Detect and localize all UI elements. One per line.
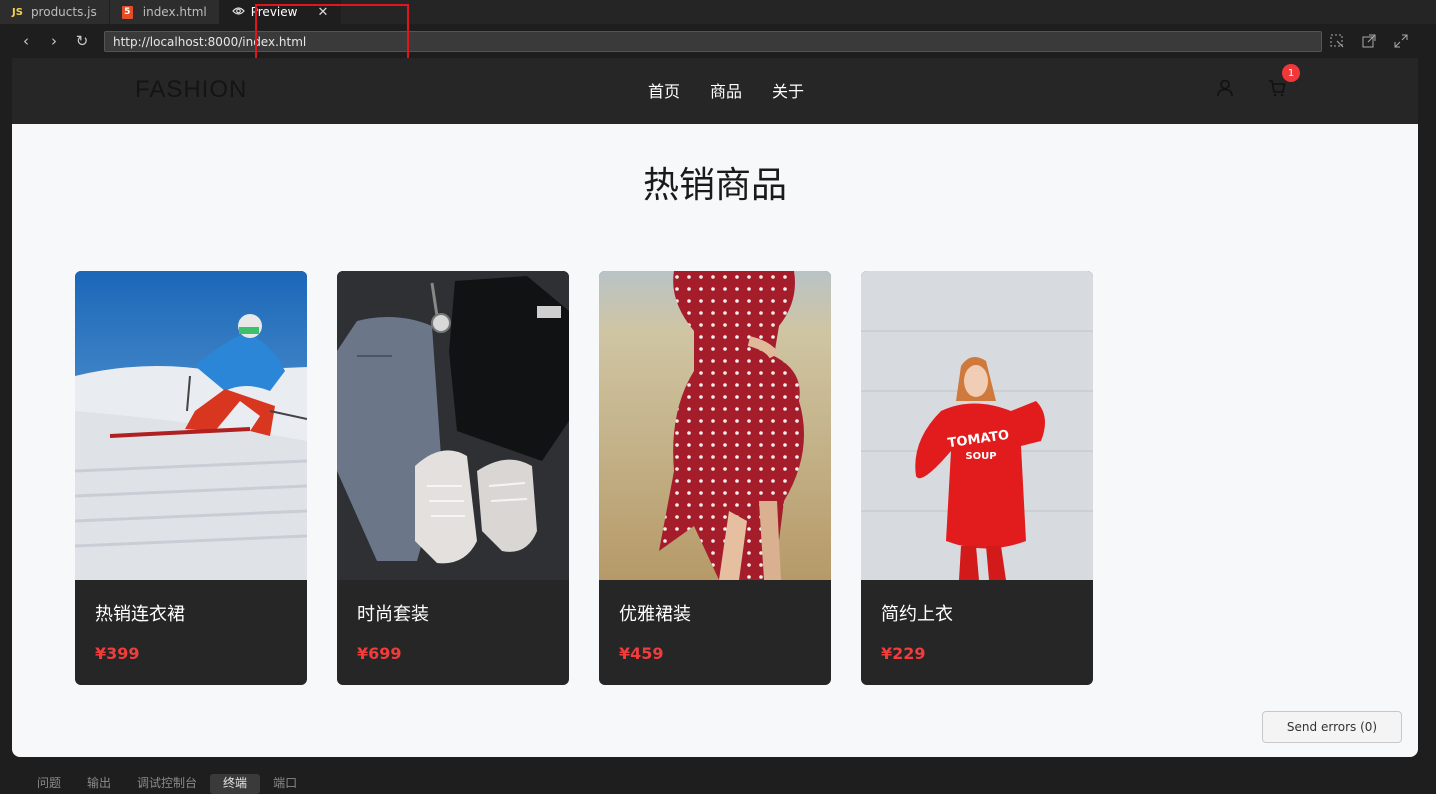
- site-header: FASHION 首页 商品 关于 1: [12, 58, 1418, 124]
- select-element-icon[interactable]: [1328, 32, 1346, 50]
- flatlay-outfit-photo: [337, 271, 569, 580]
- cart-count-badge: 1: [1282, 64, 1300, 82]
- product-name: 热销连衣裙: [95, 604, 185, 625]
- back-icon[interactable]: ‹: [12, 32, 40, 50]
- product-card[interactable]: 时尚套装 ¥699: [337, 271, 569, 685]
- product-name: 简约上衣: [881, 604, 953, 625]
- polka-dot-dress-photo: [599, 271, 831, 580]
- open-external-icon[interactable]: [1360, 32, 1378, 50]
- product-price: ¥229: [881, 644, 926, 663]
- preview-page: FASHION 首页 商品 关于 1 热销商品 热销连衣裙 ¥399 时尚套装 …: [12, 58, 1418, 757]
- product-card[interactable]: TOMATO SOUP 简约上衣 ¥229: [861, 271, 1093, 685]
- panel-tab-debug-console[interactable]: 调试控制台: [124, 774, 210, 794]
- user-icon[interactable]: [1215, 78, 1235, 102]
- maximize-icon[interactable]: [1392, 32, 1410, 50]
- product-price: ¥699: [357, 644, 402, 663]
- product-card[interactable]: 优雅裙装 ¥459: [599, 271, 831, 685]
- product-name: 时尚套装: [357, 604, 429, 625]
- panel-tab-ports[interactable]: 端口: [260, 774, 310, 794]
- section-title: 热销商品: [642, 165, 787, 206]
- main-nav: 首页 商品 关于: [648, 78, 804, 102]
- cart-icon[interactable]: [1267, 78, 1287, 102]
- js-file-icon: JS: [12, 6, 23, 18]
- panel-tab-terminal[interactable]: 终端: [210, 774, 261, 794]
- eye-icon: [231, 5, 245, 19]
- product-card[interactable]: 热销连衣裙 ¥399: [75, 271, 307, 685]
- product-price: ¥459: [619, 644, 664, 663]
- editor-tab-bar: JS products.js 5 index.html Preview ✕: [0, 0, 1436, 24]
- bottom-panel: 问题 输出 调试控制台 终端 端口: [12, 766, 1418, 794]
- sweatshirt-text-2: SOUP: [965, 451, 996, 462]
- tab-label: index.html: [142, 5, 207, 19]
- tab-label: products.js: [30, 5, 97, 19]
- send-errors-button[interactable]: Send errors (0): [1262, 711, 1402, 743]
- product-grid: 热销连衣裙 ¥399 时尚套装 ¥699 优雅裙装 ¥459 TOMATO SO…: [75, 271, 1093, 685]
- nav-item-home[interactable]: 首页: [648, 78, 680, 102]
- html-file-icon: 5: [121, 5, 133, 19]
- skier-photo: [75, 271, 307, 580]
- panel-tab-output[interactable]: 输出: [74, 774, 124, 794]
- site-logo[interactable]: FASHION: [135, 76, 247, 104]
- product-name: 优雅裙装: [619, 604, 691, 625]
- forward-icon[interactable]: ›: [40, 32, 68, 50]
- nav-item-products[interactable]: 商品: [710, 78, 742, 102]
- product-price: ¥399: [95, 644, 140, 663]
- tab-index-html[interactable]: 5 index.html: [109, 0, 220, 24]
- tab-bar-empty: [341, 0, 1436, 24]
- panel-tab-problems[interactable]: 问题: [24, 774, 74, 794]
- nav-item-about[interactable]: 关于: [772, 78, 804, 102]
- tab-products-js[interactable]: JS products.js: [0, 0, 110, 24]
- browser-toolbar: ‹ › ↻ http://localhost:8000/index.html: [12, 24, 1418, 58]
- reload-icon[interactable]: ↻: [68, 32, 96, 50]
- red-sweatshirt-photo: TOMATO SOUP: [861, 271, 1093, 580]
